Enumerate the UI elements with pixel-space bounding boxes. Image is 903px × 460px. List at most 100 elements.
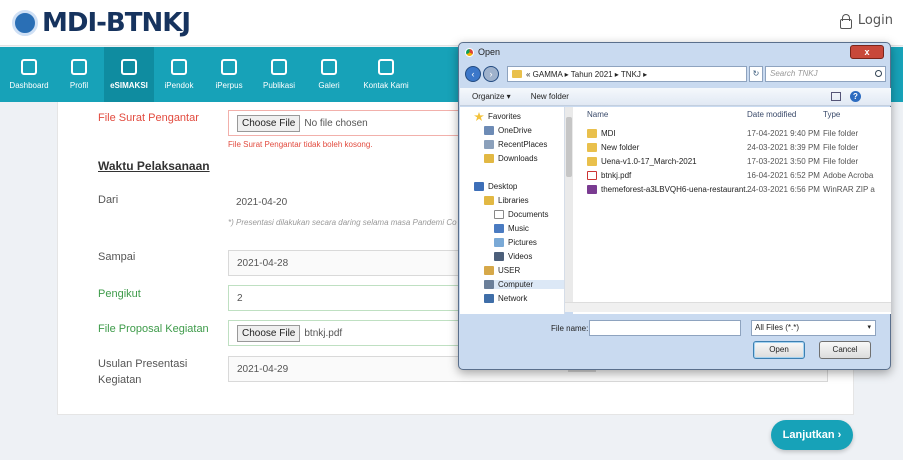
open-file-dialog: Open x ‹ › « GAMMA ▸ Tahun 2021 ▸ TNKJ ▸… xyxy=(458,42,891,370)
forward-arrow-icon[interactable]: › xyxy=(483,66,499,82)
nav-pane-scrollbar[interactable] xyxy=(565,107,573,302)
file-date: 16-04-2021 6:52 PM xyxy=(747,171,820,180)
document-icon xyxy=(494,210,504,219)
file-type: File folder xyxy=(823,157,859,166)
column-name[interactable]: Name xyxy=(587,110,608,119)
user-folder-icon xyxy=(484,266,494,275)
tree-favorites[interactable]: Favorites xyxy=(474,112,521,121)
new-folder-button[interactable]: New folder xyxy=(531,92,569,101)
computer-icon xyxy=(484,280,494,289)
file-list-scrollbar[interactable] xyxy=(565,302,891,312)
tree-label: Computer xyxy=(498,280,534,289)
nav-label: iPendok xyxy=(164,81,194,90)
document-icon xyxy=(271,59,287,75)
nav-dashboard[interactable]: Dashboard xyxy=(4,47,54,102)
usulan-label: Usulan Presentasi Kegiatan xyxy=(98,358,187,386)
file-name: themeforest-a3LBVQH6-uena-restaurant... xyxy=(601,185,753,194)
tree-recentplaces[interactable]: RecentPlaces xyxy=(484,140,547,149)
file-row[interactable]: MDI 17-04-2021 9:40 PM File folder xyxy=(587,129,887,138)
file-name: New folder xyxy=(601,143,640,152)
nav-label: Galeri xyxy=(318,81,340,90)
column-type[interactable]: Type xyxy=(823,110,840,119)
organize-button[interactable]: Organize ▾ xyxy=(472,92,511,101)
paper-plane-icon xyxy=(378,59,394,75)
dari-help: *) Presentasi dilakukan secara daring se… xyxy=(228,218,457,227)
tree-music[interactable]: Music xyxy=(494,224,529,233)
tree-user[interactable]: USER xyxy=(484,266,520,275)
site-logo[interactable]: MDI-BTNKJ xyxy=(12,8,191,38)
nav-kontak[interactable]: Kontak Kami xyxy=(354,47,418,102)
next-button[interactable]: Lanjutkan › xyxy=(771,420,853,450)
tree-label: Downloads xyxy=(498,154,538,163)
cancel-button[interactable]: Cancel xyxy=(819,341,871,359)
surat-file-value: No file chosen xyxy=(304,117,368,129)
file-row[interactable]: Uena-v1.0-17_March-2021 17-03-2021 3:50 … xyxy=(587,157,887,166)
back-arrow-icon[interactable]: ‹ xyxy=(465,66,481,82)
tree-pictures[interactable]: Pictures xyxy=(494,238,537,247)
proposal-file-value: btnkj.pdf xyxy=(304,327,343,339)
column-date[interactable]: Date modified xyxy=(747,110,796,119)
tree-desktop[interactable]: Desktop xyxy=(474,182,517,191)
nav-galeri[interactable]: Galeri xyxy=(304,47,354,102)
login-link[interactable]: Login xyxy=(839,13,893,29)
folder-icon xyxy=(587,157,597,166)
tree-label: Music xyxy=(508,224,529,233)
file-name: btnkj.pdf xyxy=(601,171,632,180)
nav-esimaksi[interactable]: eSIMAKSI xyxy=(104,47,154,102)
file-type: WinRAR ZIP a xyxy=(823,185,875,194)
address-bar[interactable]: « GAMMA ▸ Tahun 2021 ▸ TNKJ ▸ ▾ xyxy=(507,66,772,82)
file-type-filter[interactable]: All Files (*.*) ▾ xyxy=(751,320,876,336)
file-name-input[interactable] xyxy=(589,320,741,336)
login-label: Login xyxy=(857,13,893,28)
tree-downloads[interactable]: Downloads xyxy=(484,154,538,163)
file-name-label: File name: xyxy=(551,324,589,333)
network-icon xyxy=(484,294,494,303)
tree-onedrive[interactable]: OneDrive xyxy=(484,126,532,135)
esimaksi-icon xyxy=(121,59,137,75)
filter-value: All Files (*.*) xyxy=(755,323,800,332)
file-name: Uena-v1.0-17_March-2021 xyxy=(601,157,697,166)
dialog-search-input[interactable]: Search TNKJ xyxy=(765,66,886,82)
choose-file-button[interactable]: Choose File xyxy=(237,114,301,132)
pictures-icon xyxy=(494,238,504,247)
star-icon xyxy=(474,112,484,121)
cloud-icon xyxy=(484,126,494,135)
file-name: MDI xyxy=(601,129,616,138)
file-row[interactable]: btnkj.pdf 16-04-2021 6:52 PM Adobe Acrob… xyxy=(587,171,887,180)
nav-ipendok[interactable]: iPendok xyxy=(154,47,204,102)
tree-documents[interactable]: Documents xyxy=(494,210,548,219)
downloads-folder-icon xyxy=(484,154,494,163)
view-options-icon[interactable] xyxy=(831,92,841,101)
tree-label: Pictures xyxy=(508,238,537,247)
tree-network[interactable]: Network xyxy=(484,294,527,303)
choose-file-button[interactable]: Choose File xyxy=(237,324,301,342)
help-icon[interactable]: ? xyxy=(850,91,861,102)
file-row[interactable]: New folder 24-03-2021 8:39 PM File folde… xyxy=(587,143,887,152)
scrollbar-thumb[interactable] xyxy=(566,117,572,177)
tree-label: RecentPlaces xyxy=(498,140,548,149)
dialog-close-button[interactable]: x xyxy=(850,45,884,59)
file-row[interactable]: themeforest-a3LBVQH6-uena-restaurant... … xyxy=(587,185,887,194)
folder-icon xyxy=(587,143,597,152)
desktop-icon xyxy=(474,182,484,191)
file-date: 24-03-2021 8:39 PM xyxy=(747,143,820,152)
tree-label: Videos xyxy=(508,252,533,261)
chrome-icon xyxy=(465,47,474,57)
nav-label: Kontak Kami xyxy=(363,81,409,90)
tree-label: Documents xyxy=(508,210,549,219)
archive-file-icon xyxy=(587,185,597,194)
nav-label: eSIMAKSI xyxy=(110,81,148,90)
nav-profil[interactable]: Profil xyxy=(54,47,104,102)
nav-publikasi[interactable]: Publikasi xyxy=(254,47,304,102)
refresh-icon[interactable]: ↻ xyxy=(749,66,763,82)
open-button[interactable]: Open xyxy=(753,341,805,359)
dialog-toolbar: Organize ▾ New folder ? xyxy=(460,88,891,106)
tree-label: Favorites xyxy=(488,112,521,121)
tree-computer[interactable]: Computer xyxy=(484,280,564,289)
tree-libraries[interactable]: Libraries xyxy=(484,196,529,205)
dari-value: 2021-04-20 xyxy=(236,196,288,208)
dashboard-icon xyxy=(21,59,37,75)
nav-iperpus[interactable]: iPerpus xyxy=(204,47,254,102)
file-list-pane: Name Date modified Type MDI 17-04-2021 9… xyxy=(573,107,891,314)
tree-videos[interactable]: Videos xyxy=(494,252,532,261)
